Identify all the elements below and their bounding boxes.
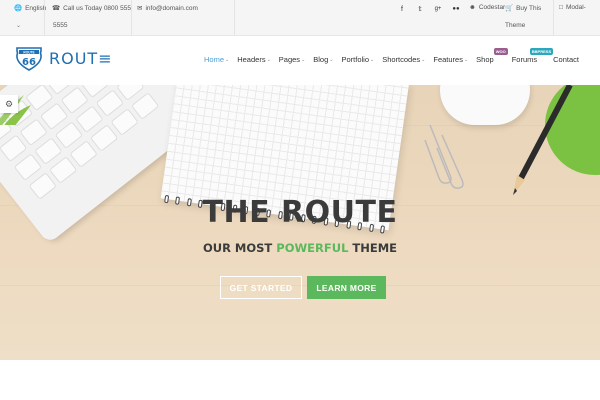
chevron-down-icon: ⌄ bbox=[225, 56, 230, 63]
facebook-icon[interactable]: f bbox=[393, 3, 411, 15]
divider bbox=[234, 0, 235, 36]
svg-text:ROUTE: ROUTE bbox=[23, 50, 34, 54]
nav-label: Blog bbox=[313, 55, 329, 64]
learn-more-button[interactable]: LEARN MORE bbox=[307, 276, 386, 299]
modal-link[interactable]: □ Modal- bbox=[559, 4, 586, 11]
pencil-image bbox=[513, 85, 573, 195]
buy-theme-link[interactable]: 🛒 Buy This bbox=[505, 4, 542, 13]
chevron-down-icon: ⌄ bbox=[301, 56, 306, 63]
subtitle-text: OUR MOST bbox=[202, 241, 277, 255]
chevron-down-icon: ⌄ bbox=[421, 56, 426, 63]
google-plus-icon[interactable]: g+ bbox=[429, 3, 447, 15]
site-header: ROUTE 66 ROUT≡ Home ⌄ Headers ⌄ Pages ⌄ Blo… bbox=[0, 36, 600, 85]
nav-item-headers[interactable]: Headers ⌄ bbox=[237, 55, 271, 64]
buy-label: Buy This bbox=[516, 4, 542, 12]
envelope-icon: ✉ bbox=[137, 5, 143, 12]
chevron-down-icon: ⌄ bbox=[329, 56, 334, 63]
email-text: info@domain.com bbox=[145, 4, 198, 12]
flickr-icon[interactable]: ●● bbox=[447, 3, 465, 15]
nav-item-contact[interactable]: Contact bbox=[553, 55, 579, 64]
globe-icon: 🌐 bbox=[14, 5, 23, 12]
svg-text:66: 66 bbox=[22, 57, 36, 68]
nav-item-pages[interactable]: Pages ⌄ bbox=[279, 55, 305, 64]
divider bbox=[553, 0, 554, 36]
nav-label: Headers bbox=[237, 55, 266, 64]
nav-label: Shortcodes bbox=[382, 55, 421, 64]
modal-label: Modal- bbox=[565, 4, 586, 11]
chevron-down-icon: ⌄ bbox=[266, 56, 271, 63]
nav-item-home[interactable]: Home ⌄ bbox=[204, 55, 229, 64]
codestar-label: Codestar bbox=[478, 4, 506, 11]
logo[interactable]: ROUTE 66 ROUT≡ bbox=[15, 45, 113, 71]
email-link[interactable]: ✉ info@domain.com bbox=[137, 4, 198, 13]
divider bbox=[131, 0, 132, 36]
logo-text: ROUT≡ bbox=[49, 48, 113, 68]
nav-label: Contact bbox=[553, 55, 579, 64]
hero-title: THE ROUTE bbox=[202, 195, 398, 230]
phone-icon: ☎ bbox=[52, 5, 61, 12]
chevron-down-icon: ⌄ bbox=[463, 56, 469, 63]
cart-icon: 🛒 bbox=[505, 5, 514, 12]
hero-banner: ⚙ THE ROUTE OUR MOST POWERFUL THEME GET … bbox=[0, 85, 600, 360]
nav-item-features[interactable]: Features ⌄ bbox=[433, 55, 468, 64]
twitter-icon[interactable]: 𝕥 bbox=[411, 3, 429, 15]
nav-label: Shop bbox=[476, 55, 494, 64]
route-66-shield-icon: ROUTE 66 bbox=[16, 47, 42, 71]
nav-label: Forums bbox=[511, 55, 538, 64]
phone-text-continued: 5555 bbox=[53, 22, 68, 29]
top-bar: 🌐 English ⌄ ☎ Call us Today 0800 555 555… bbox=[0, 0, 600, 36]
user-icon: ☻ bbox=[469, 4, 476, 11]
language-switcher[interactable]: 🌐 English bbox=[14, 4, 46, 13]
paperclip-image bbox=[424, 124, 464, 189]
nav-item-portfolio[interactable]: Portfolio ⌄ bbox=[341, 55, 374, 64]
nav-item-forums[interactable]: Forums BBPRESS bbox=[511, 48, 554, 64]
nav-item-shop[interactable]: Shop WOO bbox=[476, 48, 508, 64]
nav-label: Home bbox=[204, 55, 225, 64]
nav-label: Features bbox=[433, 55, 463, 64]
hero-subtitle: OUR MOST POWERFUL THEME bbox=[0, 241, 600, 255]
phone-info: ☎ Call us Today 0800 555 bbox=[52, 4, 131, 13]
codestar-link[interactable]: ☻ Codestar bbox=[469, 4, 505, 11]
square-icon: □ bbox=[559, 4, 563, 11]
nav-label: Portfolio bbox=[341, 55, 369, 64]
content-area bbox=[0, 360, 600, 400]
phone-text: Call us Today 0800 555 bbox=[63, 4, 131, 12]
buy-label-continued[interactable]: Theme bbox=[505, 22, 525, 29]
chevron-down-icon[interactable]: ⌄ bbox=[16, 22, 21, 29]
bbpress-badge: BBPRESS bbox=[529, 48, 554, 55]
divider bbox=[44, 0, 45, 36]
gear-icon[interactable]: ⚙ bbox=[0, 95, 18, 113]
woo-badge: WOO bbox=[493, 48, 508, 55]
subtitle-text: THEME bbox=[348, 241, 398, 255]
nav-item-shortcodes[interactable]: Shortcodes ⌄ bbox=[382, 55, 425, 64]
nav-label: Pages bbox=[278, 55, 301, 64]
chevron-down-icon: ⌄ bbox=[370, 56, 375, 63]
get-started-button[interactable]: GET STARTED bbox=[220, 276, 302, 299]
main-nav: Home ⌄ Headers ⌄ Pages ⌄ Blog ⌄ Portfolio ⌄ S… bbox=[204, 48, 587, 64]
nav-item-blog[interactable]: Blog ⌄ bbox=[313, 55, 333, 64]
subtitle-accent: POWERFUL bbox=[276, 241, 349, 255]
